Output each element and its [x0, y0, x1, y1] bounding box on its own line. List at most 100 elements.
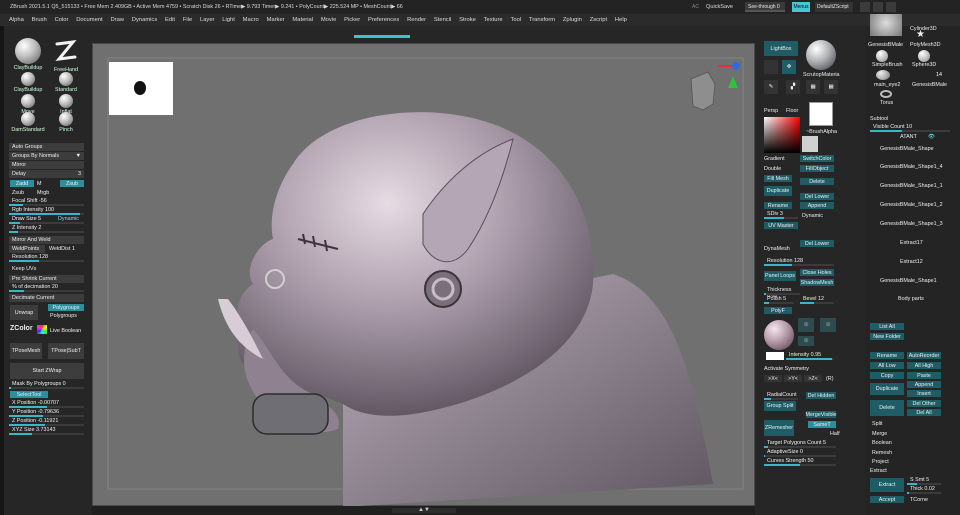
- del-hidden-button[interactable]: Del Hidden: [806, 392, 836, 399]
- unwrap-button[interactable]: Unwrap: [10, 305, 38, 320]
- accept-button[interactable]: Accept: [870, 496, 904, 503]
- seethrough-slider[interactable]: See-through 0: [745, 2, 785, 12]
- tool-polymesh3d[interactable]: PolyMesh3D: [910, 42, 941, 48]
- subtool-item[interactable]: GenesisBMale_Shape1: [870, 278, 950, 292]
- rgb-intensity-slider[interactable]: Rgb Intensity 100: [9, 207, 84, 215]
- boolean-section[interactable]: Boolean: [872, 440, 892, 446]
- fill-mesh-button[interactable]: Fill Mesh: [764, 175, 792, 182]
- dynamesh-resolution-slider[interactable]: Resolution 128: [764, 258, 834, 266]
- tool-genesis8male[interactable]: GenesisBMale: [868, 42, 903, 48]
- s-smt-slider[interactable]: S Smt 5: [907, 477, 941, 485]
- top-shelf-indicator[interactable]: [354, 35, 410, 38]
- curves-strength-slider[interactable]: Curves Strength 50: [764, 458, 836, 466]
- merge-section[interactable]: Merge: [872, 431, 887, 437]
- menu-tool[interactable]: Tool: [510, 17, 521, 23]
- adaptive-size-slider[interactable]: AdaptiveSize 0: [764, 449, 836, 457]
- lightbox-button[interactable]: LightBox: [764, 41, 798, 56]
- subtool-item[interactable]: GenesisBMale_Shape: [870, 146, 950, 160]
- polish-slider[interactable]: Polish 5: [764, 296, 794, 304]
- start-zwrap-button[interactable]: Start ZWrap: [10, 363, 84, 379]
- radial-r-toggle[interactable]: (R): [826, 376, 833, 382]
- expand-arrows-icon[interactable]: ▲▼: [418, 507, 430, 513]
- z-intensity-slider[interactable]: Z Intensity 2: [9, 225, 84, 233]
- extract-section[interactable]: Extract: [870, 468, 887, 474]
- menu-material[interactable]: Material: [292, 17, 313, 23]
- insert-button[interactable]: Insert: [907, 390, 941, 397]
- list-all-button[interactable]: List All: [870, 323, 904, 330]
- orientation-gizmo-icon[interactable]: [690, 62, 740, 111]
- subtool-item[interactable]: GenesisBMale_Shape1_1: [870, 183, 950, 197]
- tcorne-toggle[interactable]: TCorne: [910, 497, 928, 503]
- subtool-item[interactable]: Extract12: [870, 259, 950, 273]
- eye-icon[interactable]: 👁: [928, 134, 935, 140]
- duplicate-button[interactable]: Duplicate: [764, 186, 792, 196]
- light-bulb-3-icon[interactable]: ☉: [798, 336, 814, 346]
- zsub-button[interactable]: Zsub: [60, 180, 84, 187]
- menu-dynamics[interactable]: Dynamics: [132, 17, 157, 23]
- simplebrush-thumb[interactable]: [876, 50, 888, 62]
- radialcount-slider[interactable]: RadialCount: [764, 392, 798, 400]
- transparent-icon[interactable]: ▦: [806, 80, 820, 94]
- split-section[interactable]: Split: [872, 421, 883, 427]
- paste-button[interactable]: Paste: [907, 372, 941, 379]
- subtool-item[interactable]: Extract17: [870, 240, 950, 254]
- visible-count-slider[interactable]: Visible Count 10: [870, 124, 950, 132]
- autoreorder-button[interactable]: AutoReorder: [907, 352, 941, 359]
- zsub-label[interactable]: Zsub: [12, 190, 24, 196]
- close-holes-button[interactable]: Close Holes: [800, 269, 834, 276]
- mirror-button[interactable]: Mirror: [9, 161, 84, 169]
- double-toggle[interactable]: Double: [764, 166, 781, 172]
- x-position-slider[interactable]: X Position -0.00707: [9, 400, 84, 408]
- brush-preview-icon[interactable]: [764, 60, 778, 74]
- dynamesh-toggle[interactable]: DynaMesh: [764, 246, 790, 252]
- main-eye-thumb[interactable]: [876, 70, 890, 80]
- draw-size-slider[interactable]: Draw Size 5 Dynamic: [9, 216, 84, 224]
- rename-button[interactable]: Rename: [764, 202, 792, 209]
- tool-torus[interactable]: Torus: [880, 100, 893, 106]
- weld-points-button[interactable]: WeldPoints: [9, 245, 45, 253]
- torus-thumb-icon[interactable]: [880, 90, 892, 98]
- menu-render[interactable]: Render: [407, 17, 426, 23]
- light-color-swatch[interactable]: [766, 352, 784, 360]
- menu-macro[interactable]: Macro: [243, 17, 259, 23]
- symmetry-x-button[interactable]: >X<: [764, 375, 782, 382]
- menu-layer[interactable]: Layer: [200, 17, 215, 23]
- pre-shrink-current-button[interactable]: Pre Shrink Current: [9, 275, 84, 283]
- edit-icon[interactable]: ✎: [764, 80, 778, 94]
- close-button[interactable]: [886, 2, 896, 12]
- menu-brush[interactable]: Brush: [32, 17, 47, 23]
- duplicate-subtool-button[interactable]: Duplicate: [870, 383, 904, 395]
- activate-symmetry-toggle[interactable]: Activate Symmetry: [764, 366, 809, 372]
- menu-edit[interactable]: Edit: [165, 17, 175, 23]
- color-picker-icon[interactable]: [764, 117, 800, 153]
- decimation-slider[interactable]: % of decimation 20: [9, 284, 84, 292]
- mask-by-polygroups-slider[interactable]: Mask By Polygroups 0: [9, 381, 84, 389]
- left-tray-edge[interactable]: [0, 26, 4, 515]
- all-high-button[interactable]: All High: [907, 362, 941, 369]
- menu-texture[interactable]: Texture: [484, 17, 503, 23]
- thickness-slider[interactable]: Thickness 0.01: [764, 287, 800, 299]
- target-polygons-slider[interactable]: Target Polygons Count 5: [764, 440, 836, 448]
- tool-thumb-cylinder[interactable]: [870, 14, 902, 36]
- brush-damstandard[interactable]: DamStandard: [10, 112, 46, 133]
- menu-stencil[interactable]: Stencil: [434, 17, 451, 23]
- polygroups-label[interactable]: Polygroups: [50, 313, 77, 319]
- y-position-slider[interactable]: Y Position -0.79636: [9, 409, 84, 417]
- menu-transform[interactable]: Transform: [529, 17, 555, 23]
- tpose-subt-button[interactable]: TPose|SubT: [48, 343, 84, 359]
- menu-alpha[interactable]: Alpha: [9, 17, 24, 23]
- del-lower-2-button[interactable]: Del Lower: [800, 240, 834, 247]
- focal-shift-slider[interactable]: Focal Shift -56: [9, 198, 84, 206]
- polyf-button[interactable]: PolyF: [764, 307, 792, 314]
- mergevisible-button[interactable]: MergeVisible: [805, 411, 837, 418]
- remesh-section[interactable]: Remesh: [872, 450, 892, 456]
- folder-body-parts[interactable]: Body parts: [898, 296, 924, 302]
- groups-by-normals-button[interactable]: Groups By Normals ▼: [9, 152, 84, 160]
- new-folder-button[interactable]: New Folder: [870, 333, 904, 340]
- delete-button[interactable]: Delete: [800, 178, 834, 185]
- menu-picker[interactable]: Picker: [344, 17, 360, 23]
- resolution-slider[interactable]: Resolution 128: [9, 254, 84, 262]
- zcolor-toggle[interactable]: ZColor: [10, 325, 33, 332]
- zadd-button[interactable]: Zadd: [10, 180, 34, 187]
- fillobject-button[interactable]: FillObject: [800, 165, 834, 172]
